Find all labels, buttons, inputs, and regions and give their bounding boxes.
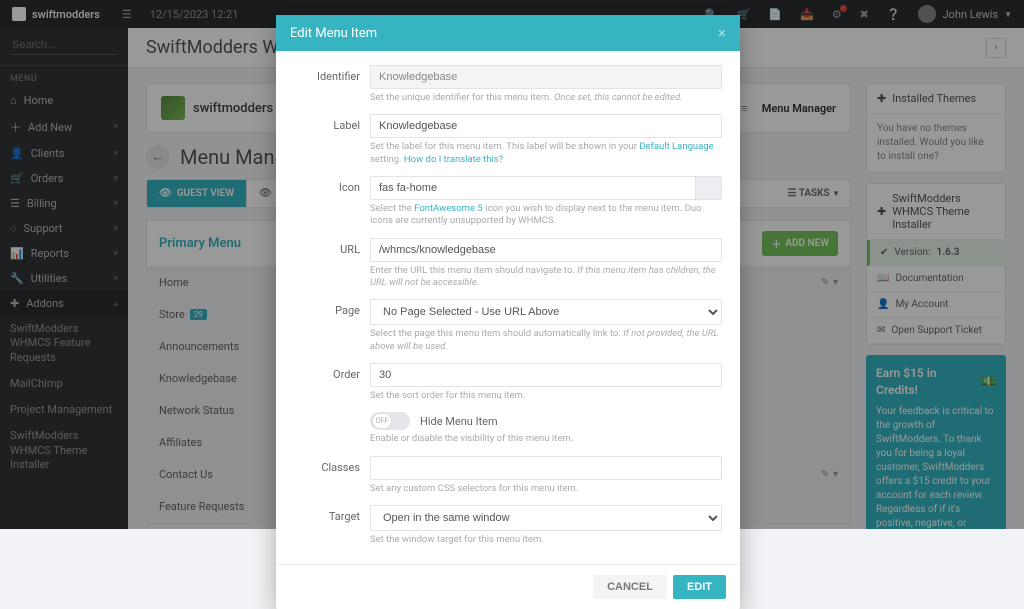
label-label: Label [294,114,370,166]
default-language-link[interactable]: Default Language [639,141,713,152]
hide-toggle-label: Hide Menu Item [420,415,498,428]
hide-label-blank [294,412,370,445]
url-input[interactable] [370,238,722,262]
classes-label: Classes [294,456,370,495]
icon-label: Icon [294,176,370,228]
cancel-button[interactable]: CANCEL [593,575,667,599]
fontawesome-link[interactable]: FontAwesome 5 [414,203,483,214]
edit-menu-item-modal: Edit Menu Item × Identifier Set the uniq… [276,15,740,609]
identifier-label: Identifier [294,65,370,104]
page-help: Select the page this menu item should au… [370,328,722,353]
page-select[interactable]: No Page Selected - Use URL Above [370,299,722,325]
translate-link[interactable]: How do I translate this? [404,154,503,165]
edit-button[interactable]: EDIT [673,575,726,599]
label-help: Set the label for this menu item. This l… [370,141,722,166]
hide-toggle[interactable]: OFF [370,412,410,430]
target-help: Set the window target for this menu item… [370,534,722,546]
url-help: Enter the URL this menu item should navi… [370,265,722,290]
modal-title: Edit Menu Item [290,26,377,41]
classes-help: Set any custom CSS selectors for this me… [370,483,722,495]
identifier-help: Set the unique identifier for this menu … [370,92,722,104]
target-label: Target [294,505,370,546]
page-label: Page [294,299,370,353]
label-input[interactable] [370,114,722,138]
identifier-input [370,65,722,89]
classes-input[interactable] [370,456,722,480]
icon-input[interactable] [370,176,722,200]
order-input[interactable] [370,363,722,387]
close-icon[interactable]: × [718,24,726,42]
target-select[interactable]: Open in the same window [370,505,722,531]
icon-preview [695,177,721,199]
url-label: URL [294,238,370,290]
order-label: Order [294,363,370,402]
order-help: Set the sort order for this menu item. [370,390,722,402]
icon-help: Select the FontAwesome 5 icon you wish t… [370,203,722,228]
hide-help: Enable or disable the visibility of this… [370,433,722,445]
